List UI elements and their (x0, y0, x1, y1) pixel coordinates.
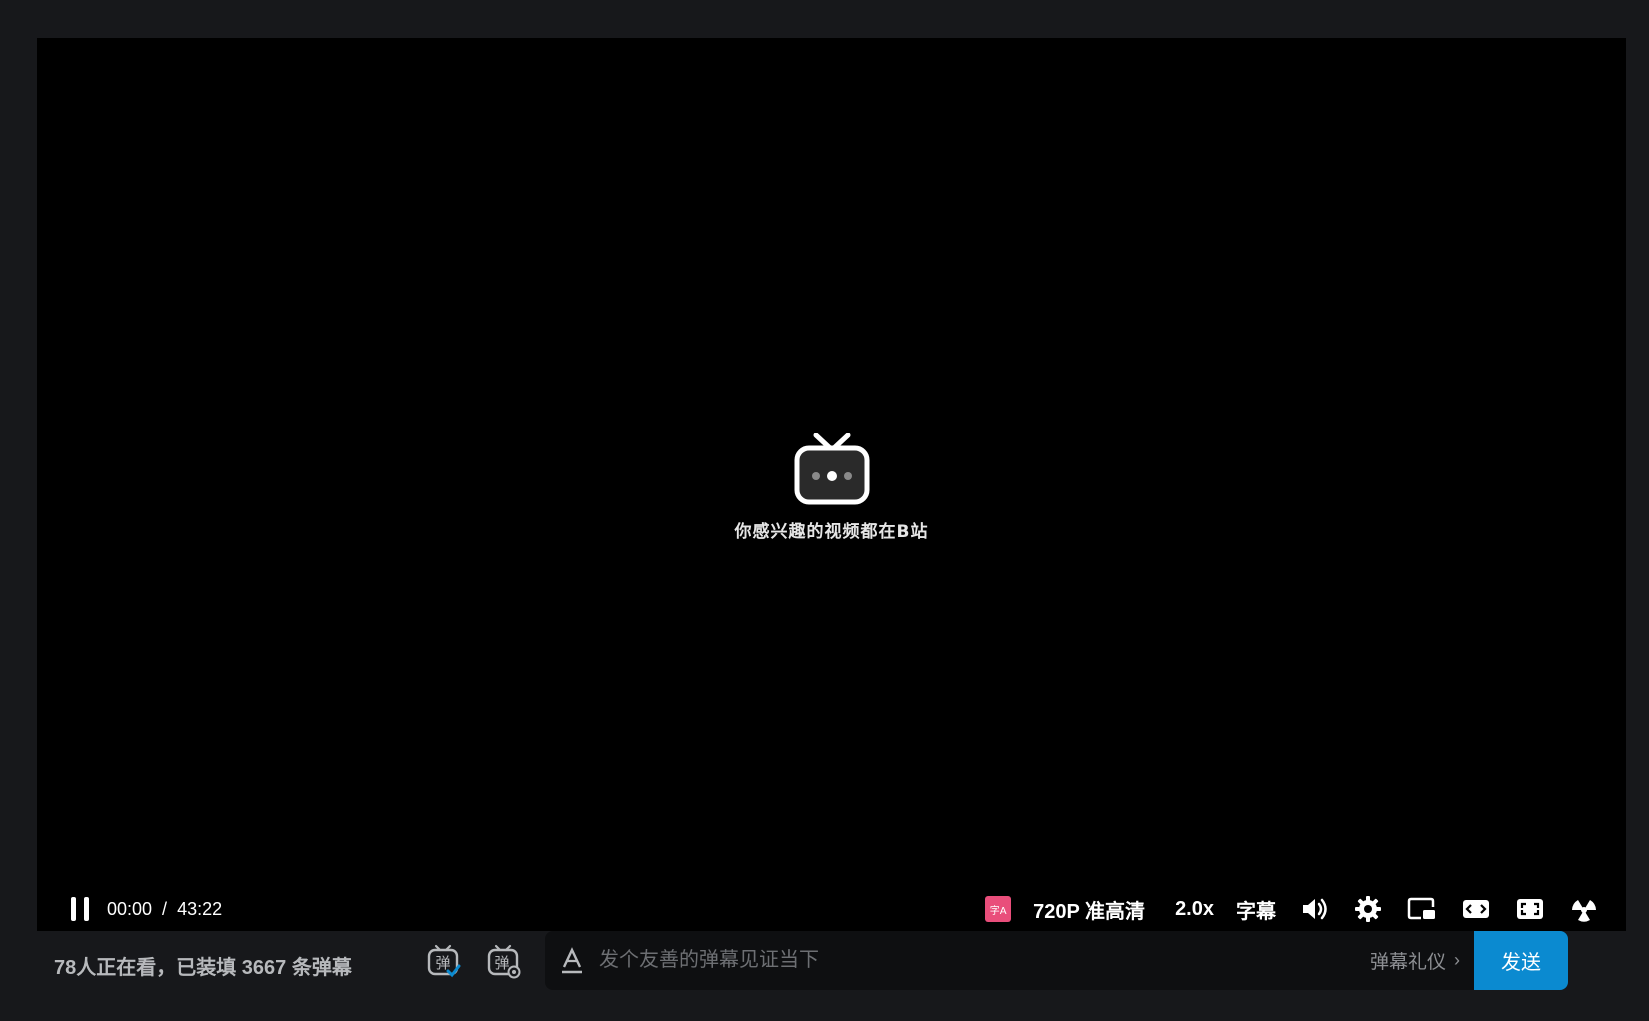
danmaku-toggle-button[interactable]: 弹 (426, 943, 462, 979)
bilibili-tv-icon (794, 433, 869, 505)
control-right: 字A 720P 准高清 2.0x 字幕 (985, 893, 1600, 925)
control-bar: 00:00 / 43:22 字A 720P 准高清 2.0x 字幕 (37, 886, 1626, 932)
subtitle-button[interactable]: 字幕 (1236, 895, 1276, 924)
ai-translate-button[interactable]: 字A (985, 896, 1012, 922)
svg-text:弹: 弹 (494, 954, 509, 972)
gear-icon (1355, 896, 1381, 922)
web-fullscreen-icon (1517, 899, 1543, 919)
control-left: 00:00 / 43:22 (65, 894, 222, 924)
pip-button[interactable] (1406, 893, 1438, 925)
loading-text: 你感兴趣的视频都在B站 (734, 522, 929, 542)
danmaku-etiquette-link[interactable]: 弹幕礼仪 › (1370, 947, 1460, 974)
danmaku-input[interactable] (597, 948, 1370, 973)
loading-overlay: 你感兴趣的视频都在B站 (37, 433, 1626, 542)
danmaku-settings-button[interactable]: 弹 (486, 943, 522, 979)
current-time: 00:00 (107, 898, 153, 919)
quality-button[interactable]: 720P 准高清 (1033, 895, 1145, 924)
font-style-button[interactable] (559, 946, 585, 976)
chevron-right-icon: › (1454, 950, 1460, 970)
viewer-count: 78人正在看，已装填 3667 条弹幕 (54, 957, 352, 979)
widescreen-button[interactable] (1460, 893, 1492, 925)
time-separator: / (162, 898, 168, 919)
widescreen-icon (1463, 900, 1489, 918)
video-player[interactable]: 你感兴趣的视频都在B站 00:00 / 43:22 字A 720P 准高清 2.… (37, 38, 1626, 931)
send-button[interactable]: 发送 (1474, 931, 1568, 990)
danmaku-input-area: 弹幕礼仪 › 发送 (545, 931, 1568, 990)
web-fullscreen-button[interactable] (1514, 893, 1546, 925)
font-style-icon (562, 946, 582, 973)
settings-button[interactable] (1352, 893, 1384, 925)
time-display: 00:00 / 43:22 (107, 899, 222, 920)
svg-text:弹: 弹 (435, 954, 450, 972)
fullscreen-icon (1572, 900, 1596, 922)
speed-button[interactable]: 2.0x (1175, 898, 1214, 921)
ai-translate-icon: 字A (989, 905, 1007, 917)
danmaku-settings-icon: 弹 (487, 944, 521, 979)
danmaku-bar: 78人正在看，已装填 3667 条弹幕 弹 弹 发个友善的弹幕见证当下 弹幕礼仪… (37, 931, 1626, 1021)
pause-button[interactable] (65, 894, 95, 924)
duration: 43:22 (177, 898, 223, 919)
picture-in-picture-icon (1407, 897, 1435, 920)
volume-button[interactable] (1298, 893, 1330, 925)
etiquette-label: 弹幕礼仪 (1369, 952, 1446, 973)
volume-icon (1303, 898, 1327, 920)
fullscreen-button[interactable] (1568, 893, 1600, 925)
danmaku-toggle-icon: 弹 (427, 944, 461, 978)
pause-icon (71, 897, 89, 921)
